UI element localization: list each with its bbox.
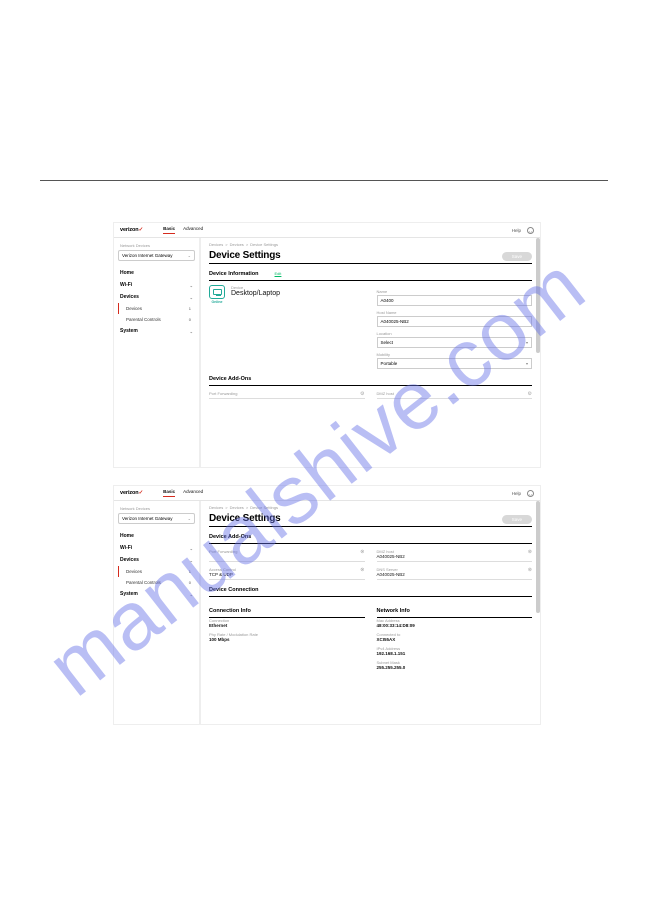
addon-port-fwd[interactable]: Port Forwarding ⊗ <box>209 547 365 562</box>
nav-devices[interactable]: Devices⌄ <box>118 291 195 303</box>
addon-dns[interactable]: DNS Server A040025-NB2 ⊗ <box>377 565 533 580</box>
addons-header: Device Add-Ons <box>209 373 532 386</box>
chevron-down-icon: ⌄ <box>190 283 193 288</box>
parental-count-badge: 0 <box>189 317 191 322</box>
gateway-label: Network Devices <box>118 506 195 511</box>
close-icon[interactable]: ⊗ <box>360 549 364 555</box>
devices-count-badge: 1 <box>189 569 191 574</box>
page-title: Device Settings <box>209 250 280 261</box>
nav-devices-sub[interactable]: Devices1 <box>118 566 195 577</box>
nav-home[interactable]: Home <box>118 267 195 279</box>
nav-parental[interactable]: Parental Controls0 <box>118 577 195 588</box>
settings-icon[interactable]: ⚙ <box>360 391 364 397</box>
nav-wifi[interactable]: Wi-Fi⌄ <box>118 542 195 554</box>
breadcrumb: Devices>Devices>Device Settings <box>209 242 532 247</box>
connected-value: XCI55AX <box>377 637 533 642</box>
breadcrumb: Devices>Devices>Device Settings <box>209 505 532 510</box>
main-content: Devices>Devices>Device Settings Device S… <box>200 238 540 468</box>
hostname-input[interactable]: A040025-NB2 <box>377 316 533 327</box>
gateway-value: Verizon Internet Gateway <box>122 516 173 521</box>
chevron-down-icon: ⌄ <box>190 592 193 597</box>
tab-basic[interactable]: Basic <box>163 226 175 234</box>
subnet-value: 255.255.255.0 <box>377 665 533 670</box>
chevron-down-icon: ⌄ <box>190 558 193 563</box>
topbar: verizon✓ Basic Advanced Help ◡ <box>114 486 540 501</box>
chevron-down-icon: ▾ <box>526 361 528 366</box>
nav-system[interactable]: System⌄ <box>118 588 195 600</box>
nav-home[interactable]: Home <box>118 530 195 542</box>
help-link[interactable]: Help <box>512 228 521 233</box>
mobility-select[interactable]: Portable▾ <box>377 358 533 369</box>
tab-advanced[interactable]: Advanced <box>183 489 203 497</box>
main-content: Devices>Devices>Device Settings Device S… <box>200 501 540 725</box>
mac-value: 48:00:33:14:D8:09 <box>377 623 533 628</box>
nav-devices-sub[interactable]: Devices1 <box>118 303 195 314</box>
device-info-header: Device Information Edit <box>209 268 532 281</box>
online-badge: Online <box>209 300 225 304</box>
gateway-select[interactable]: Verizon Internet Gateway ⌄ <box>118 250 195 261</box>
tab-advanced[interactable]: Advanced <box>183 226 203 234</box>
name-label: Name <box>377 289 533 294</box>
addon-dmz[interactable]: DMZ host ⚙ <box>377 389 533 399</box>
parental-count-badge: 0 <box>189 580 191 585</box>
screenshot-2: verizon✓ Basic Advanced Help ◡ Network D… <box>113 485 541 725</box>
devices-count-badge: 1 <box>189 306 191 311</box>
sidebar: Network Devices Verizon Internet Gateway… <box>114 238 200 468</box>
settings-icon[interactable]: ⚙ <box>528 391 532 397</box>
brand-logo: verizon✓ <box>120 490 143 496</box>
sidebar: Network Devices Verizon Internet Gateway… <box>114 501 200 725</box>
device-type-icon <box>209 285 225 299</box>
topbar: verizon✓ Basic Advanced Help ◡ <box>114 223 540 238</box>
location-select[interactable]: Select▾ <box>377 337 533 348</box>
nav-system[interactable]: System⌄ <box>118 325 195 337</box>
user-icon[interactable]: ◡ <box>527 490 534 497</box>
chevron-down-icon: ⌄ <box>190 329 193 334</box>
gateway-value: Verizon Internet Gateway <box>122 253 173 258</box>
device-type: Desktop/Laptop <box>231 290 280 297</box>
addons-header: Device Add-Ons <box>209 531 532 544</box>
tab-basic[interactable]: Basic <box>163 489 175 497</box>
network-info-header: Network Info <box>377 605 533 618</box>
connection-value: Ethernet <box>209 623 365 628</box>
close-icon[interactable]: ⊗ <box>360 567 364 573</box>
gateway-select[interactable]: Verizon Internet Gateway ⌄ <box>118 513 195 524</box>
addon-access-control[interactable]: Access Control TCP & UDP ⊗ <box>209 565 365 580</box>
page-title: Device Settings <box>209 513 280 524</box>
connection-info-header: Connection Info <box>209 605 365 618</box>
help-link[interactable]: Help <box>512 491 521 496</box>
edit-link[interactable]: Edit <box>275 271 282 276</box>
gateway-label: Network Devices <box>118 243 195 248</box>
hostname-label: Host Name <box>377 310 533 315</box>
screenshot-1: verizon✓ Basic Advanced Help ◡ Network D… <box>113 222 541 468</box>
addon-dmz[interactable]: DMZ host A040025-NB2 ⊗ <box>377 547 533 562</box>
chevron-down-icon: ▾ <box>526 340 528 345</box>
close-icon[interactable]: ⊗ <box>528 567 532 573</box>
nav-parental[interactable]: Parental Controls0 <box>118 314 195 325</box>
chevron-down-icon: ⌄ <box>190 295 193 300</box>
phyrate-value: 100 Mbps <box>209 637 365 642</box>
save-button[interactable]: Save <box>502 252 532 261</box>
close-icon[interactable]: ⊗ <box>528 549 532 555</box>
scrollbar[interactable] <box>536 238 540 353</box>
scrollbar[interactable] <box>536 501 540 613</box>
page-rule <box>40 180 608 181</box>
chevron-down-icon: ⌄ <box>190 546 193 551</box>
nav-wifi[interactable]: Wi-Fi⌄ <box>118 279 195 291</box>
mobility-label: Mobility <box>377 352 533 357</box>
name-input[interactable]: A0400 <box>377 295 533 306</box>
ipv4-value: 192.168.1.151 <box>377 651 533 656</box>
addon-port-fwd[interactable]: Port Forwarding ⚙ <box>209 389 365 399</box>
nav-devices[interactable]: Devices⌄ <box>118 554 195 566</box>
user-icon[interactable]: ◡ <box>527 227 534 234</box>
location-label: Location <box>377 331 533 336</box>
chevron-down-icon: ⌄ <box>188 253 191 258</box>
device-connection-header: Device Connection <box>209 584 532 597</box>
chevron-down-icon: ⌄ <box>188 516 191 521</box>
brand-logo: verizon✓ <box>120 227 143 233</box>
save-button[interactable]: Save <box>502 515 532 524</box>
